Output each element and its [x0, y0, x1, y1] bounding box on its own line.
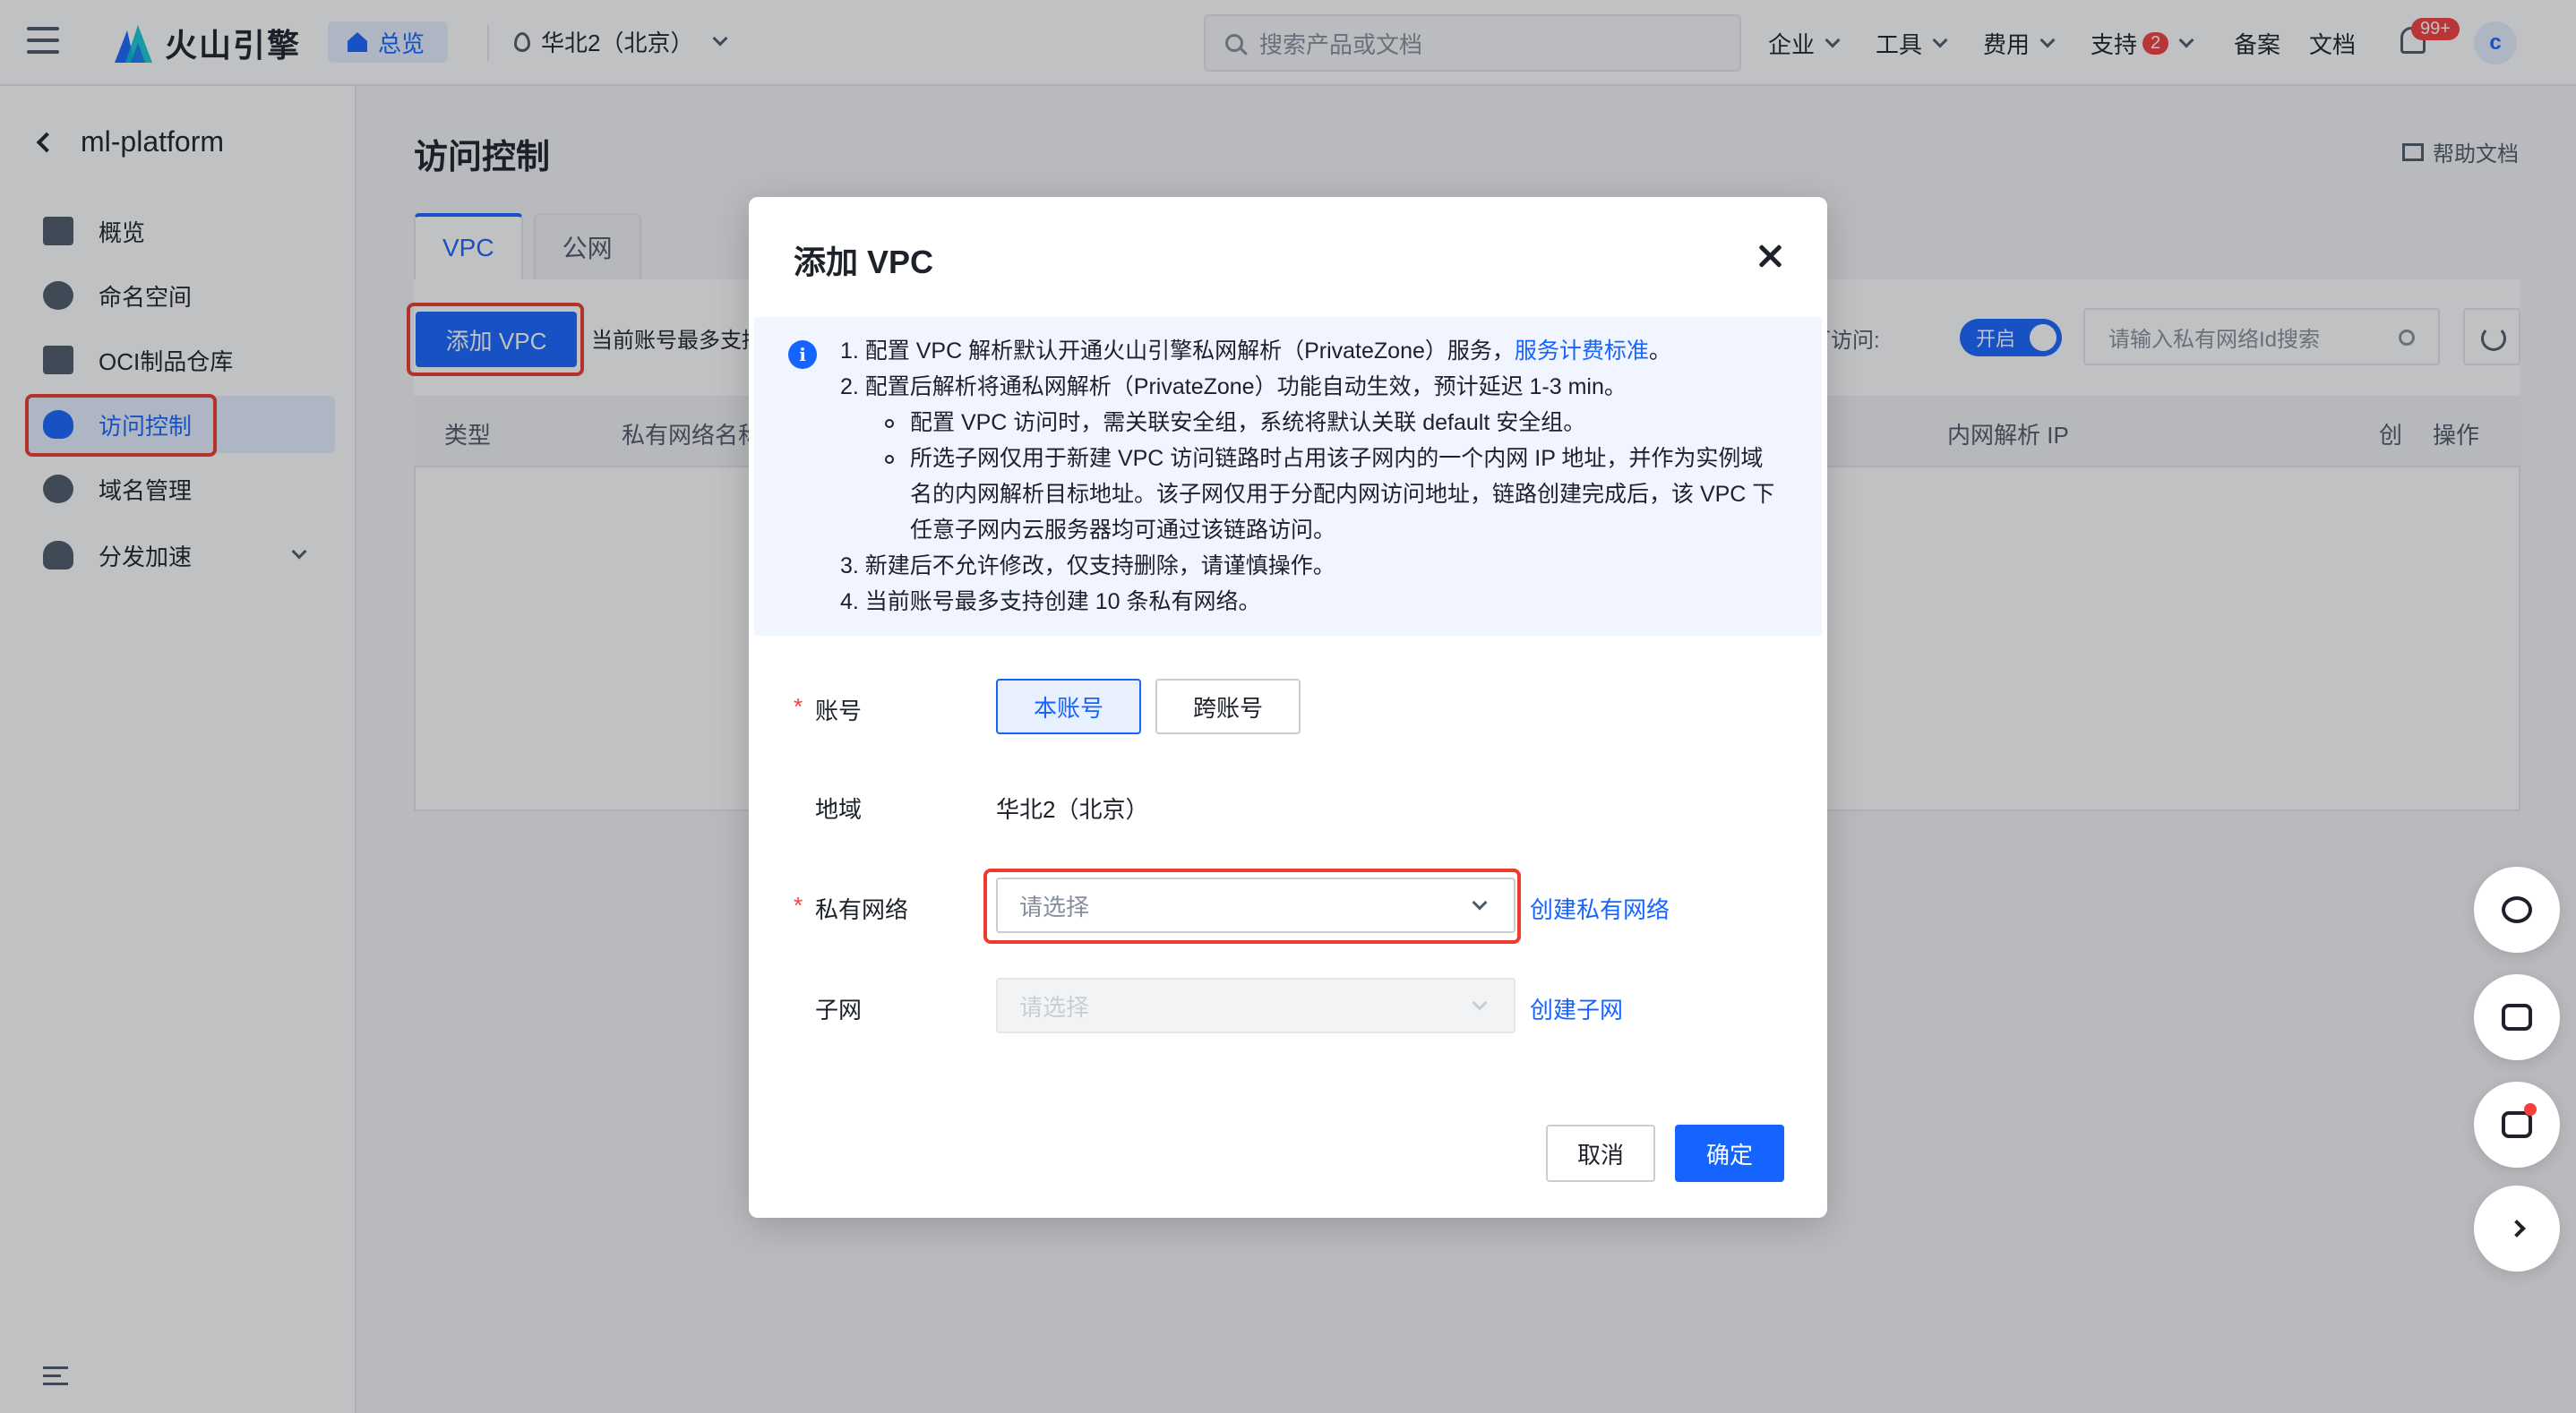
info-line-3: 3. 新建后不允许修改，仅支持删除，请谨慎操作。 [840, 553, 1335, 578]
subnet-select[interactable]: 请选择 [996, 978, 1516, 1033]
bullet-icon [885, 419, 894, 428]
info-bullet-2a: 所选子网仅用于新建 VPC 访问链路时占用该子网内的一个内网 IP 地址，并作为… [910, 446, 1764, 471]
confirm-button[interactable]: 确定 [1675, 1125, 1784, 1182]
chevron-right-icon [2508, 1220, 2526, 1237]
account-option-self[interactable]: 本账号 [996, 679, 1141, 734]
expand-float-button[interactable] [2474, 1186, 2560, 1272]
chevron-down-icon [1472, 995, 1488, 1011]
account-option-cross[interactable]: 跨账号 [1155, 679, 1301, 734]
book-icon [2502, 1004, 2532, 1031]
modal-title: 添加 VPC [794, 244, 934, 280]
docs-float-button[interactable] [2474, 974, 2560, 1060]
headset-icon [2502, 896, 2532, 923]
vpc-label: 私有网络 [815, 896, 909, 923]
region-label: 地域 [815, 796, 863, 823]
pricing-link[interactable]: 服务计费标准 [1515, 338, 1649, 364]
info-alert: i 1. 配置 VPC 解析默认开通火山引擎私网解析（PrivateZone）服… [754, 317, 1822, 636]
region-value: 华北2（北京） [996, 796, 1149, 823]
required-mark: * [794, 892, 803, 919]
create-vpc-link[interactable]: 创建私有网络 [1530, 892, 1670, 925]
customer-service-button[interactable] [2474, 867, 2560, 953]
feedback-float-button[interactable] [2474, 1082, 2560, 1168]
add-vpc-modal: 添加 VPC i 1. 配置 VPC 解析默认开通火山引擎私网解析（Privat… [749, 197, 1827, 1218]
info-icon: i [788, 340, 817, 369]
subnet-label: 子网 [815, 997, 863, 1023]
subnet-select-placeholder: 请选择 [1019, 993, 1090, 1021]
info-bullet-2c: 任意子网内云服务器均可通过该链路访问。 [910, 518, 1336, 543]
info-text: 。 [1648, 338, 1671, 364]
info-bullet-2b: 名的内网解析目标地址。该子网仅用于分配内网访问地址，链路创建完成后，该 VPC … [910, 482, 1775, 507]
account-label: 账号 [815, 698, 863, 724]
cancel-button[interactable]: 取消 [1546, 1125, 1655, 1182]
info-line-4: 4. 当前账号最多支持创建 10 条私有网络。 [840, 589, 1261, 614]
required-mark: * [794, 693, 803, 720]
info-bullet-1: 配置 VPC 访问时，需关联安全组，系统将默认关联 default 安全组。 [910, 410, 1586, 435]
close-icon[interactable] [1757, 244, 1782, 269]
info-line-2: 2. 配置后解析将通私网解析（PrivateZone）功能自动生效，预计延迟 1… [840, 374, 1627, 399]
bullet-icon [885, 455, 894, 464]
highlight-vpc-select [983, 869, 1521, 944]
create-subnet-link[interactable]: 创建子网 [1530, 992, 1623, 1025]
info-text: 1. 配置 VPC 解析默认开通火山引擎私网解析（PrivateZone）服务， [840, 338, 1515, 364]
info-line-1: 1. 配置 VPC 解析默认开通火山引擎私网解析（PrivateZone）服务，… [840, 333, 1671, 369]
unread-dot [2524, 1103, 2537, 1116]
